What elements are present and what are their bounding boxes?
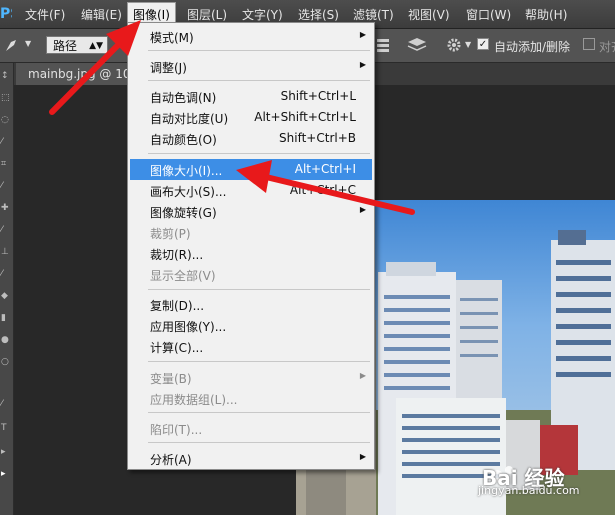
healing-brush-icon[interactable]: ✚ [1, 203, 11, 213]
pen-tool-icon[interactable] [3, 36, 21, 54]
menu-item-auto-color[interactable]: 自动颜色(O) Shift+Ctrl+B [130, 128, 372, 149]
align-label: 对齐 [599, 40, 615, 54]
submenu-arrow-icon: ▶ [359, 60, 366, 69]
menu-item-duplicate[interactable]: 复制(D)... [130, 294, 372, 315]
auto-add-delete-label: 自动添加/删除 [494, 40, 571, 54]
path-selection-icon[interactable]: ▸ [1, 447, 11, 457]
menu-item-canvas-size[interactable]: 画布大小(S)... Alt+Ctrl+C [130, 180, 372, 201]
menu-separator [148, 153, 370, 154]
menu-edit[interactable]: 编辑(E) [81, 6, 122, 23]
menu-item-apply-data-set[interactable]: 应用数据组(L)... [130, 388, 372, 409]
menu-item-label: 自动颜色(O) [150, 133, 217, 147]
submenu-arrow-icon: ▶ [359, 452, 366, 461]
stamp-tool-icon[interactable]: ⊥ [1, 247, 11, 257]
direct-selection-icon[interactable]: ▸ [1, 469, 11, 479]
menu-item-label: 图像旋转(G) [150, 206, 217, 220]
move-tool-icon[interactable]: ↕ [1, 71, 11, 81]
dodge-tool-icon[interactable]: ○ [1, 357, 11, 367]
auto-add-delete-checkbox[interactable]: ✓ [477, 38, 489, 50]
menu-item-label: 应用数据组(L)... [150, 393, 238, 407]
eraser-tool-icon[interactable]: ◆ [1, 291, 11, 301]
magic-wand-icon[interactable]: ⁄ [1, 137, 11, 147]
menu-item-label: 裁切(R)... [150, 248, 204, 262]
menu-file[interactable]: 文件(F) [25, 6, 65, 23]
layers-stack-icon[interactable] [406, 36, 428, 54]
menu-item-image-rotation[interactable]: 图像旋转(G) ▶ [130, 201, 372, 222]
crop-tool-icon[interactable]: ⌗ [1, 159, 11, 169]
menu-item-label: 调整(J) [150, 61, 187, 75]
menu-separator [148, 50, 370, 51]
lasso-tool-icon[interactable]: ◌ [1, 115, 11, 125]
marquee-tool-icon[interactable]: ⬚ [1, 93, 11, 103]
menu-layer[interactable]: 图层(L) [187, 6, 227, 23]
menu-separator [148, 412, 370, 413]
menu-item-label: 模式(M) [150, 31, 194, 45]
menu-item-auto-tone[interactable]: 自动色调(N) Shift+Ctrl+L [130, 86, 372, 107]
menu-item-label: 陷印(T)... [150, 423, 203, 437]
menu-item-apply-image[interactable]: 应用图像(Y)... [130, 315, 372, 336]
menu-item-label: 分析(A) [150, 453, 192, 467]
menu-item-label: 画布大小(S)... [150, 185, 227, 199]
menu-item-label: 显示全部(V) [150, 269, 216, 283]
menu-item-label: 自动色调(N) [150, 91, 217, 105]
tool-preset-chevron-down-icon[interactable]: ▼ [25, 39, 31, 48]
menu-item-trap[interactable]: 陷印(T)... [130, 418, 372, 439]
brush-tool-icon[interactable]: ⁄ [1, 225, 11, 235]
menu-item-crop[interactable]: 裁剪(P) [130, 222, 372, 243]
path-arrangement-icon[interactable] [376, 37, 390, 53]
menu-help[interactable]: 帮助(H) [525, 6, 567, 23]
pen-tool-icon[interactable]: ⁄ [1, 399, 11, 409]
photoshop-logo: PS [0, 6, 12, 22]
menu-item-adjustments[interactable]: 调整(J) ▶ [130, 56, 372, 77]
menu-select[interactable]: 选择(S) [298, 6, 339, 23]
path-mode-value: 路径 [53, 39, 78, 53]
menu-type[interactable]: 文字(Y) [242, 6, 283, 23]
menu-item-label: 应用图像(Y)... [150, 320, 227, 334]
menu-separator [148, 80, 370, 81]
menu-item-label: 裁剪(P) [150, 227, 191, 241]
menu-item-label: 自动对比度(U) [150, 112, 229, 126]
history-brush-icon[interactable]: ⁄ [1, 269, 11, 279]
blur-tool-icon[interactable]: ● [1, 335, 11, 345]
menu-separator [148, 442, 370, 443]
submenu-arrow-icon: ▶ [359, 205, 366, 214]
type-tool-icon[interactable]: T [1, 423, 11, 433]
align-checkbox[interactable] [583, 38, 595, 50]
menu-item-label: 变量(B) [150, 372, 192, 386]
submenu-arrow-icon: ▶ [359, 371, 366, 380]
eyedropper-icon[interactable]: ⁄ [1, 181, 11, 191]
image-menu-dropdown: 模式(M) ▶ 调整(J) ▶ 自动色调(N) Shift+Ctrl+L 自动对… [127, 22, 375, 470]
menu-item-mode[interactable]: 模式(M) ▶ [130, 26, 372, 47]
menu-item-auto-contrast[interactable]: 自动对比度(U) Alt+Shift+Ctrl+L [130, 107, 372, 128]
menu-item-reveal-all[interactable]: 显示全部(V) [130, 264, 372, 285]
menu-item-label: 图像大小(I)... [150, 164, 223, 178]
menu-item-shortcut: Alt+Ctrl+I [294, 162, 356, 176]
menu-item-analysis[interactable]: 分析(A) ▶ [130, 448, 372, 469]
menu-item-label: 计算(C)... [150, 341, 204, 355]
menu-item-trim[interactable]: 裁切(R)... [130, 243, 372, 264]
menu-item-variables[interactable]: 变量(B) ▶ [130, 367, 372, 388]
menu-filter[interactable]: 滤镜(T) [353, 6, 394, 23]
menu-item-shortcut: Shift+Ctrl+L [280, 89, 356, 103]
gradient-tool-icon[interactable]: ▮ [1, 313, 11, 323]
chevron-down-icon[interactable]: ▼ [465, 40, 471, 49]
menu-item-image-size[interactable]: 图像大小(I)... Alt+Ctrl+I [130, 159, 372, 180]
gear-icon[interactable] [446, 37, 462, 53]
menu-item-shortcut: Shift+Ctrl+B [279, 131, 356, 145]
submenu-arrow-icon: ▶ [359, 30, 366, 39]
menu-item-shortcut: Alt+Shift+Ctrl+L [254, 110, 356, 124]
watermark-url: jingyan.baidu.com [478, 484, 580, 497]
menu-item-calculations[interactable]: 计算(C)... [130, 336, 372, 357]
menu-separator [148, 361, 370, 362]
chevron-down-icon: ▲▼ [89, 41, 103, 51]
tools-panel: ↕ ⬚ ◌ ⁄ ⌗ ⁄ ✚ ⁄ ⊥ ⁄ ◆ ▮ ● ○ ⁄ T ▸ ▸ [0, 63, 14, 515]
menu-view[interactable]: 视图(V) [408, 6, 450, 23]
menu-item-shortcut: Alt+Ctrl+C [289, 183, 356, 197]
menu-separator [148, 289, 370, 290]
path-mode-select[interactable]: 路径 ▲▼ [46, 36, 108, 54]
menu-item-label: 复制(D)... [150, 299, 205, 313]
menu-window[interactable]: 窗口(W) [466, 6, 511, 23]
